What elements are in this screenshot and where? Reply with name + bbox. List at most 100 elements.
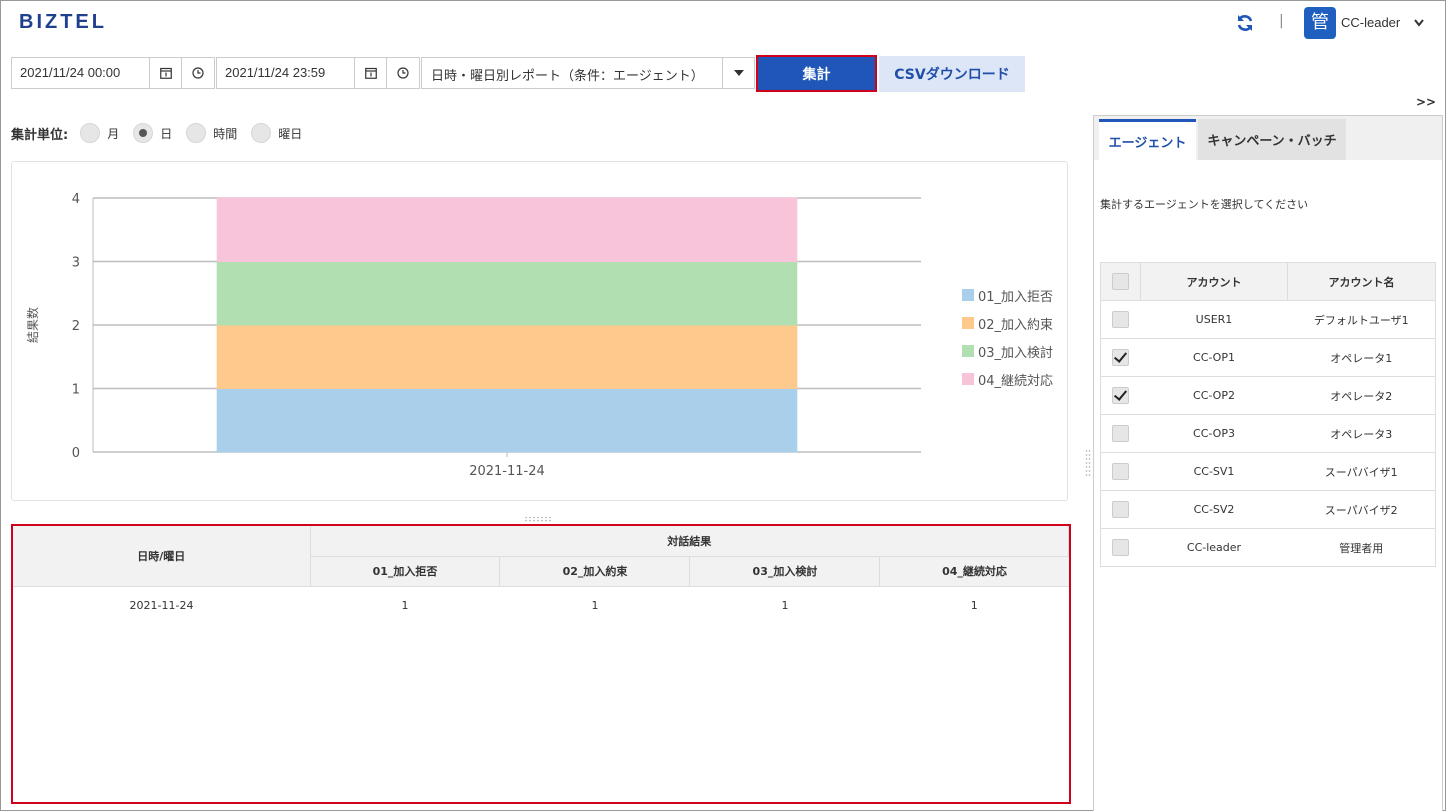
chart-card: 0 1 2 3 4 2021-11-24 結果数 01_加入拒否 02_加入約束 03_加入… — [11, 161, 1068, 501]
col-header-result-2[interactable]: 02_加入約束 — [499, 556, 691, 587]
report-type-caret[interactable] — [722, 58, 754, 88]
end-datetime-field[interactable]: 2021/11/24 23:59 — [216, 57, 420, 89]
col-header-datetime[interactable]: 日時/曜日 — [13, 526, 311, 587]
calendar-icon — [159, 67, 172, 79]
table-row: 2021-11-24 1 1 1 1 — [13, 586, 1069, 624]
user-name[interactable]: CC-leader — [1341, 15, 1400, 30]
vertical-resize-handle[interactable] — [524, 516, 554, 522]
legend-swatch — [962, 373, 974, 385]
cell-date: 2021-11-24 — [129, 598, 194, 612]
y-tick-label: 4 — [72, 192, 80, 207]
end-calendar-button[interactable] — [355, 58, 387, 88]
col-header-dialogue-result: 対話結果 — [310, 526, 1069, 557]
tab-campaign-batch[interactable]: キャンペーン・バッチ — [1198, 119, 1346, 160]
unit-radio-day[interactable]: 日 — [133, 123, 172, 143]
col-header-account-name[interactable]: アカウント名 — [1287, 262, 1436, 301]
agent-account-name: オペレータ2 — [1287, 376, 1436, 415]
cell-value: 1 — [970, 598, 978, 612]
agent-instruction: 集計するエージェントを選択してください — [1100, 198, 1309, 211]
chevron-down-icon[interactable] — [1414, 19, 1424, 27]
legend-item[interactable]: 02_加入約束 — [962, 309, 1053, 337]
agent-checkbox-cell — [1100, 300, 1141, 339]
horizontal-resize-handle[interactable] — [1085, 449, 1091, 479]
tab-agent[interactable]: エージェント — [1099, 119, 1196, 160]
legend-item[interactable]: 04_継続対応 — [962, 365, 1053, 393]
agent-account-name: スーパバイザ1 — [1287, 452, 1436, 491]
csv-download-button[interactable]: CSVダウンロード — [879, 56, 1025, 92]
clock-icon — [397, 67, 409, 79]
bar-segment — [216, 261, 798, 326]
legend-item[interactable]: 01_加入拒否 — [962, 281, 1053, 309]
agent-row[interactable]: CC-leader 管理者用 — [1100, 528, 1436, 567]
refresh-icon[interactable] — [1235, 13, 1255, 33]
cell-value: 1 — [401, 598, 409, 612]
agent-row[interactable]: USER1 デフォルトユーザ1 — [1100, 300, 1436, 339]
agent-checkbox[interactable] — [1112, 463, 1130, 480]
select-all-checkbox[interactable] — [1112, 273, 1129, 290]
radio-circle[interactable] — [186, 123, 207, 143]
agent-checkbox-cell — [1100, 528, 1141, 567]
unit-option-label: 時間 — [213, 126, 238, 141]
col-header-account[interactable]: アカウント — [1140, 262, 1288, 301]
agent-row[interactable]: CC-SV1 スーパバイザ1 — [1100, 452, 1436, 491]
col-header-result-1[interactable]: 01_加入拒否 — [310, 556, 501, 587]
report-type-value: 日時・曜日別レポート（条件：エージェント） — [431, 69, 704, 84]
calendar-icon — [364, 67, 377, 79]
radio-circle[interactable] — [80, 123, 101, 143]
start-calendar-button[interactable] — [150, 58, 182, 88]
radio-circle-selected[interactable] — [133, 123, 154, 143]
bar-segment — [216, 197, 798, 262]
avatar[interactable]: 管 — [1304, 7, 1336, 39]
report-type-select[interactable]: 日時・曜日別レポート（条件：エージェント） — [421, 57, 755, 89]
unit-radio-hour[interactable]: 時間 — [186, 123, 237, 143]
x-tick-label: 2021-11-24 — [469, 464, 545, 479]
unit-radio-weekday[interactable]: 曜日 — [251, 123, 302, 143]
agent-account: CC-leader — [1140, 528, 1288, 567]
bar-segment — [216, 324, 798, 389]
start-time-button[interactable] — [182, 58, 214, 88]
bar-segment — [216, 388, 798, 453]
y-tick-label: 2 — [72, 319, 80, 334]
y-tick-label: 1 — [72, 383, 80, 398]
agent-table: アカウント アカウント名 USER1 デフォルトユーザ1 CC-OP1 オペレータ1 C… — [1100, 262, 1436, 567]
end-datetime-value[interactable]: 2021/11/24 23:59 — [217, 58, 355, 88]
expand-panel-toggle[interactable]: >> — [1416, 95, 1436, 109]
agent-account-name: 管理者用 — [1287, 528, 1436, 567]
header-separator: | — [1279, 13, 1284, 29]
radio-circle[interactable] — [251, 123, 272, 143]
agent-row[interactable]: CC-OP1 オペレータ1 — [1100, 338, 1436, 377]
legend-item[interactable]: 03_加入検討 — [962, 337, 1053, 365]
unit-radio-month[interactable]: 月 — [80, 123, 119, 143]
agent-account: CC-SV1 — [1140, 452, 1288, 491]
y-tick-label: 0 — [72, 446, 80, 461]
start-datetime-value[interactable]: 2021/11/24 00:00 — [12, 58, 150, 88]
agent-checkbox[interactable] — [1112, 311, 1130, 328]
aggregate-button[interactable]: 集計 — [756, 55, 877, 92]
agent-account: USER1 — [1140, 300, 1288, 339]
agent-row[interactable]: CC-OP3 オペレータ3 — [1100, 414, 1436, 453]
agent-row[interactable]: CC-SV2 スーパバイザ2 — [1100, 490, 1436, 529]
agent-checkbox-cell — [1100, 452, 1141, 491]
agent-checkbox[interactable] — [1112, 349, 1130, 366]
agent-checkbox[interactable] — [1112, 387, 1130, 404]
agent-row[interactable]: CC-OP2 オペレータ2 — [1100, 376, 1436, 415]
agent-account-name: オペレータ1 — [1287, 338, 1436, 377]
agent-checkbox-cell — [1100, 414, 1141, 453]
legend-swatch — [962, 345, 974, 357]
start-datetime-field[interactable]: 2021/11/24 00:00 — [11, 57, 215, 89]
agent-account-name: スーパバイザ2 — [1287, 490, 1436, 529]
unit-option-label: 月 — [107, 126, 120, 141]
agent-checkbox[interactable] — [1112, 539, 1130, 556]
legend-swatch — [962, 317, 974, 329]
agent-checkbox[interactable] — [1112, 501, 1130, 518]
col-header-result-4[interactable]: 04_継続対応 — [879, 556, 1069, 587]
legend-label: 04_継続対応 — [978, 373, 1054, 389]
result-table-panel: 日時/曜日 対話結果 01_加入拒否 02_加入約束 03_加入検討 04_継続… — [11, 524, 1071, 804]
end-time-button[interactable] — [387, 58, 419, 88]
select-all-cell — [1100, 262, 1141, 301]
legend-swatch — [962, 289, 974, 301]
agent-checkbox-cell — [1100, 490, 1141, 529]
agent-checkbox[interactable] — [1112, 425, 1130, 442]
biztel-logo[interactable]: BIZTEL — [19, 11, 107, 34]
col-header-result-3[interactable]: 03_加入検討 — [689, 556, 881, 587]
